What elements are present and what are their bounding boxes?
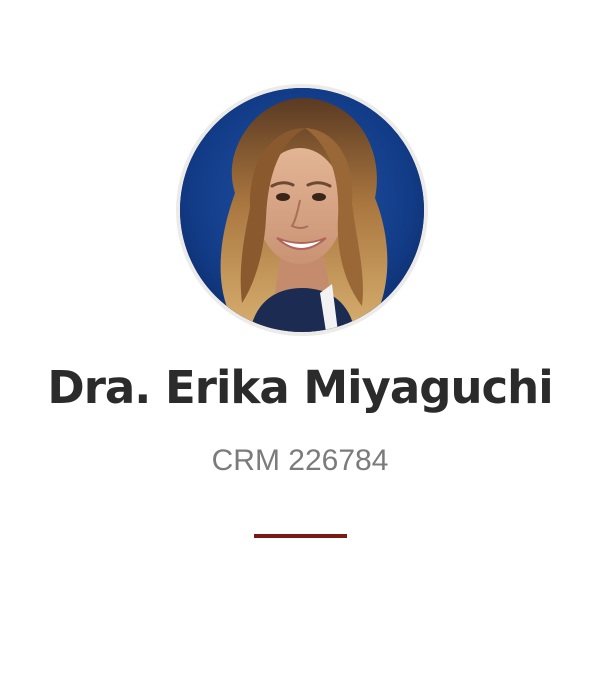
accent-divider: [254, 534, 347, 538]
doctor-name: Dra. Erika Miyaguchi: [47, 361, 553, 414]
portrait-photo-icon: [180, 88, 424, 332]
avatar: [180, 88, 424, 332]
profile-card: Dra. Erika Miyaguchi CRM 226784: [0, 0, 600, 700]
avatar-frame: [176, 84, 428, 336]
crm-registration: CRM 226784: [211, 444, 389, 477]
